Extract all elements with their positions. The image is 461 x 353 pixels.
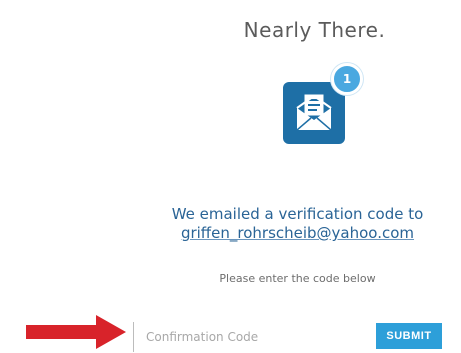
page-title: Nearly There.: [243, 18, 386, 42]
confirmation-code-input[interactable]: [133, 322, 363, 352]
message-line: We emailed a verification code to: [171, 205, 424, 223]
notification-badge: 1: [331, 63, 363, 95]
instruction-text: Please enter the code below: [219, 272, 376, 285]
verification-message: We emailed a verification code to griffe…: [130, 205, 461, 243]
submit-button[interactable]: SUBMIT: [376, 323, 442, 349]
envelope-letter-icon: [296, 93, 332, 131]
mail-tile: [283, 82, 345, 144]
email-address: griffen_rohrscheib@yahoo.com: [180, 224, 415, 242]
red-arrow-icon: [26, 315, 126, 349]
